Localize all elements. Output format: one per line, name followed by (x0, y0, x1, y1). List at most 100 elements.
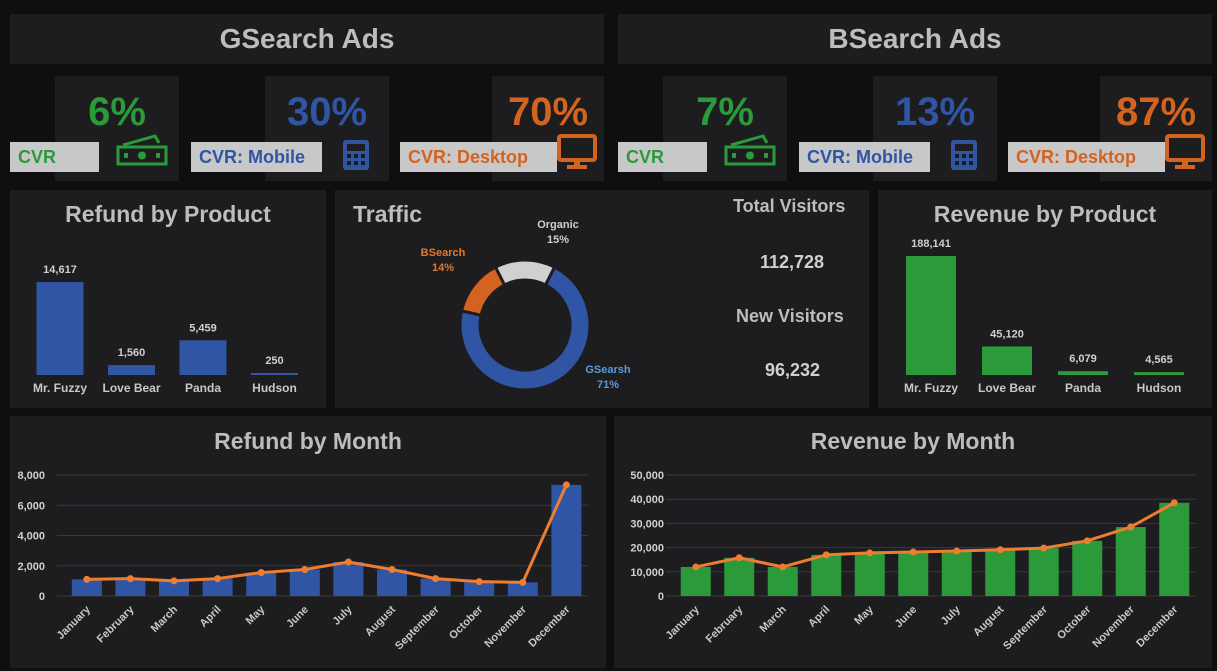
traffic-slice-pct: 15% (547, 234, 569, 246)
revenue-month-ytick: 40,000 (630, 494, 664, 506)
money-icon (723, 133, 777, 172)
money-icon (115, 133, 169, 172)
refund-month-bar (551, 484, 582, 596)
refund-month-xtick: April (198, 604, 224, 630)
revenue-month-point (1127, 523, 1135, 531)
refund-month-ytick: 4,000 (17, 531, 45, 543)
refund-month-xtick: February (95, 603, 137, 645)
revenue-month-bar (854, 552, 885, 596)
revenue-month-ytick: 0 (658, 591, 664, 603)
revenue-month-xtick: June (893, 604, 920, 631)
refund-month-point (519, 578, 527, 586)
revenue-month-point (1170, 499, 1178, 507)
refund-month-xtick: September (393, 603, 442, 652)
refund-product-bar (251, 373, 298, 375)
refund-month-xtick: December (526, 603, 573, 650)
revenue-month-ytick: 10,000 (630, 567, 664, 579)
revenue-month-chart: 0 10,000 20,000 30,000 40,000 50,000 January Fe… (630, 470, 1196, 652)
traffic-slice-organic (493, 258, 557, 287)
refund-month-point (388, 566, 396, 574)
revenue-month-point (779, 563, 787, 571)
refund-month-bar (333, 561, 364, 596)
refund-month-title: Refund by Month (214, 428, 402, 454)
refund-product-data-label: 250 (265, 355, 283, 367)
refund-month-ytick: 8,000 (17, 470, 45, 482)
revenue-product-title: Revenue by Product (933, 201, 1157, 227)
refund-product-bar (36, 282, 84, 375)
refund-product-title: Refund by Product (65, 201, 271, 227)
revenue-month-point (866, 549, 874, 557)
revenue-product-category-label: Hudson (1137, 381, 1182, 395)
bsearch-kpi-value-1: 13% (894, 90, 976, 134)
revenue-month-bar (724, 557, 755, 596)
bsearch-title: BSearch Ads (828, 23, 1002, 54)
refund-month-chart: 0 2,000 4,000 6,000 8,000 January February Marc… (17, 470, 589, 652)
total-visitors-label: Total Visitors (733, 196, 846, 216)
refund-month-ytick: 2,000 (17, 561, 45, 573)
traffic-slice-pct: 14% (432, 262, 454, 274)
refund-month-point (432, 575, 440, 583)
new-visitors-label: New Visitors (736, 306, 844, 326)
revenue-month-xtick: October (1055, 603, 1094, 642)
revenue-product-category-label: Love Bear (978, 381, 1036, 395)
bsearch-kpi-label-2: CVR: Desktop (1008, 142, 1165, 172)
refund-product-category-label: Love Bear (102, 381, 160, 395)
traffic-slice-name: Organic (537, 219, 579, 231)
revenue-product-bar (1058, 371, 1108, 375)
gsearch-kpi-value-1: 30% (286, 90, 368, 134)
bsearch-kpi-label-1: CVR: Mobile (799, 142, 930, 172)
refund-product-bar (179, 340, 227, 375)
revenue-product-data-label: 6,079 (1069, 353, 1097, 365)
gsearch-kpi-value-0: 6% (88, 90, 146, 134)
revenue-month-point (1083, 537, 1091, 545)
refund-month-point (475, 578, 483, 586)
calculator-icon (949, 138, 979, 177)
gsearch-kpi-value-2: 70% (507, 90, 589, 134)
revenue-month-point (735, 554, 743, 562)
revenue-product-data-label: 45,120 (990, 328, 1024, 340)
bsearch-kpi-value-2: 87% (1115, 90, 1197, 134)
revenue-month-bar (985, 549, 1016, 596)
revenue-month-point (692, 563, 700, 571)
refund-month-point (257, 569, 265, 577)
refund-product-category-label: Mr. Fuzzy (33, 381, 87, 395)
revenue-product-bar (982, 346, 1032, 375)
refund-product-category-label: Panda (185, 381, 221, 395)
revenue-product-category-label: Mr. Fuzzy (904, 381, 958, 395)
calculator-icon (341, 138, 371, 177)
refund-month-point (214, 575, 222, 583)
revenue-month-xtick: May (852, 603, 876, 627)
revenue-product-chart: 188,141 Mr. Fuzzy 45,120 Love Bear 6,079 Pand… (904, 238, 1184, 395)
revenue-month-xtick: March (757, 603, 789, 635)
refund-product-category-label: Hudson (252, 381, 297, 395)
revenue-month-bar (1028, 548, 1059, 596)
revenue-month-xtick: July (939, 603, 964, 628)
revenue-month-bar (680, 566, 711, 596)
revenue-product-category-label: Panda (1065, 381, 1101, 395)
revenue-month-trend-line (695, 501, 1175, 569)
revenue-product-data-label: 188,141 (911, 238, 951, 250)
refund-month-xtick: November (482, 603, 529, 650)
revenue-month-bar (1159, 502, 1190, 596)
total-visitors-value: 112,728 (760, 252, 825, 272)
refund-month-bar (246, 572, 277, 596)
refund-month-ytick: 0 (39, 591, 45, 603)
refund-month-ytick: 6,000 (17, 500, 45, 512)
revenue-month-point (909, 548, 917, 556)
revenue-month-xtick: September (1001, 603, 1050, 652)
traffic-slice-name: GSearsh (585, 364, 631, 376)
gsearch-kpi-label-0: CVR (10, 142, 99, 172)
revenue-month-point (822, 551, 830, 559)
revenue-month-xtick: January (664, 603, 703, 642)
monitor-icon (557, 134, 597, 175)
refund-product-chart: 14,617 Mr. Fuzzy 1,560 Love Bear 5,459 Panda 2… (33, 264, 298, 395)
bsearch-kpi-label-0: CVR (618, 142, 707, 172)
refund-product-data-label: 1,560 (118, 347, 146, 359)
refund-month-xtick: May (244, 603, 268, 627)
monitor-icon (1165, 134, 1205, 175)
revenue-month-bar (941, 550, 972, 596)
refund-product-bar (108, 365, 155, 375)
refund-month-point (170, 577, 178, 585)
revenue-month-xtick: April (806, 604, 832, 630)
refund-month-point (126, 575, 134, 583)
